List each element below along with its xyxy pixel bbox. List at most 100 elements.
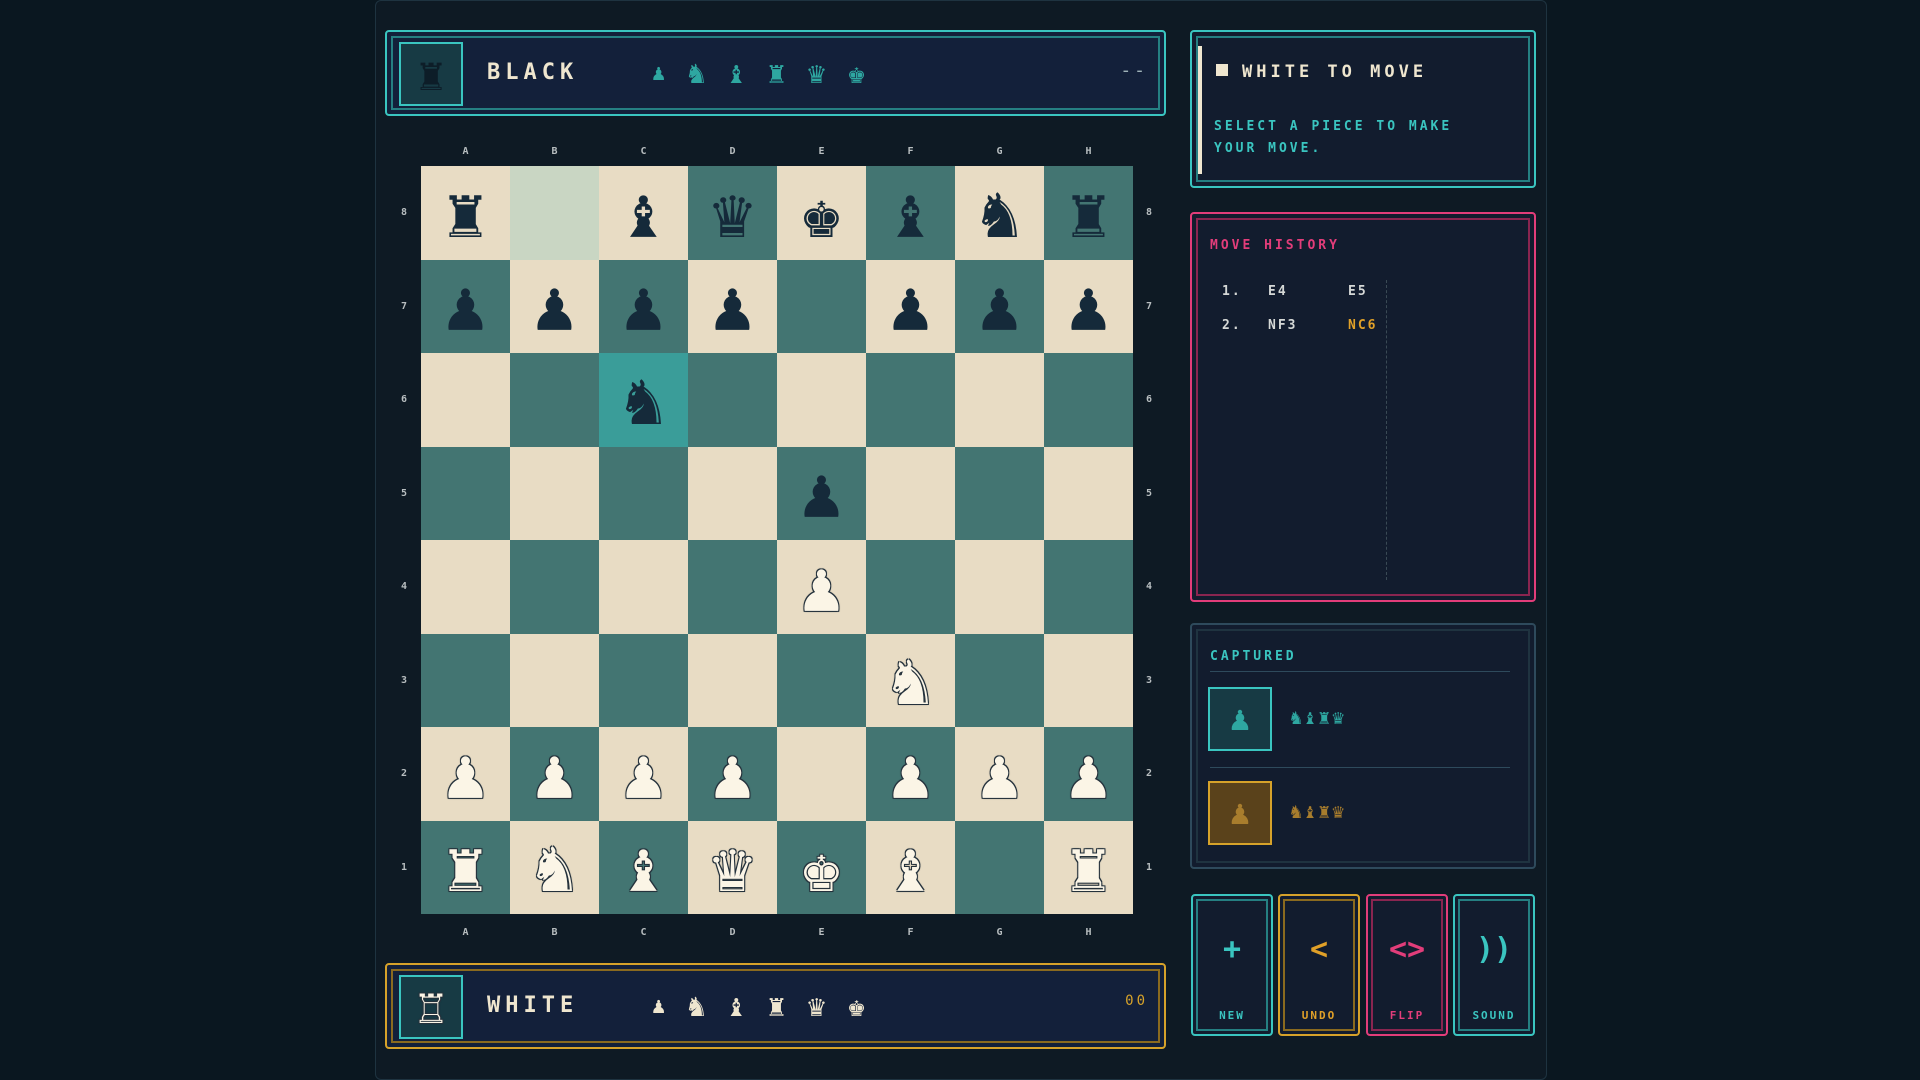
square-g8[interactable]: ♞ xyxy=(955,166,1044,260)
square-f1[interactable]: ♝ xyxy=(866,820,955,914)
square-d6[interactable] xyxy=(688,353,777,447)
square-a7[interactable]: ♟ xyxy=(421,259,510,353)
black-pawn-piece[interactable]: ♟ xyxy=(533,271,575,341)
square-b1[interactable]: ♞ xyxy=(510,820,599,914)
square-e7[interactable] xyxy=(777,259,866,353)
square-c8[interactable]: ♝ xyxy=(599,166,688,260)
square-a1[interactable]: ♜ xyxy=(421,820,510,914)
square-e2[interactable] xyxy=(777,727,866,821)
square-h6[interactable] xyxy=(1044,353,1133,447)
square-g1[interactable] xyxy=(955,820,1044,914)
square-h8[interactable]: ♜ xyxy=(1044,166,1133,260)
black-queen-piece[interactable]: ♛ xyxy=(711,178,753,248)
white-pawn-piece[interactable]: ♟ xyxy=(978,739,1020,809)
square-g4[interactable] xyxy=(955,540,1044,634)
square-h4[interactable] xyxy=(1044,540,1133,634)
square-a2[interactable]: ♟ xyxy=(421,727,510,821)
square-h2[interactable]: ♟ xyxy=(1044,727,1133,821)
square-b2[interactable]: ♟ xyxy=(510,727,599,821)
square-c6[interactable]: ♞ xyxy=(599,353,688,447)
black-rook-piece[interactable]: ♜ xyxy=(444,178,486,248)
sound-toggle-button[interactable]: )) SOUND xyxy=(1453,894,1535,1036)
square-e4[interactable]: ♟ xyxy=(777,540,866,634)
white-rook-piece[interactable]: ♜ xyxy=(444,832,486,902)
black-pawn-piece[interactable]: ♟ xyxy=(889,271,931,341)
square-e6[interactable] xyxy=(777,353,866,447)
white-knight-piece[interactable]: ♞ xyxy=(889,645,931,715)
square-c3[interactable] xyxy=(599,633,688,727)
square-h1[interactable]: ♜ xyxy=(1044,820,1133,914)
white-pawn-piece[interactable]: ♟ xyxy=(800,552,842,622)
square-c5[interactable] xyxy=(599,446,688,540)
square-h7[interactable]: ♟ xyxy=(1044,259,1133,353)
square-f8[interactable]: ♝ xyxy=(866,166,955,260)
undo-button[interactable]: < UNDO xyxy=(1278,894,1360,1036)
black-king-piece[interactable]: ♚ xyxy=(800,178,842,248)
white-queen-piece[interactable]: ♛ xyxy=(711,832,753,902)
square-h5[interactable] xyxy=(1044,446,1133,540)
square-c2[interactable]: ♟ xyxy=(599,727,688,821)
square-g3[interactable] xyxy=(955,633,1044,727)
square-h3[interactable] xyxy=(1044,633,1133,727)
square-e3[interactable] xyxy=(777,633,866,727)
square-f6[interactable] xyxy=(866,353,955,447)
square-d5[interactable] xyxy=(688,446,777,540)
white-king-piece[interactable]: ♚ xyxy=(800,832,842,902)
white-pawn-piece[interactable]: ♟ xyxy=(533,739,575,809)
square-c1[interactable]: ♝ xyxy=(599,820,688,914)
square-f7[interactable]: ♟ xyxy=(866,259,955,353)
black-bishop-piece[interactable]: ♝ xyxy=(889,178,931,248)
square-b5[interactable] xyxy=(510,446,599,540)
black-knight-piece[interactable]: ♞ xyxy=(622,365,664,435)
square-f2[interactable]: ♟ xyxy=(866,727,955,821)
square-b7[interactable]: ♟ xyxy=(510,259,599,353)
black-pawn-piece[interactable]: ♟ xyxy=(711,271,753,341)
square-b8[interactable] xyxy=(510,166,599,260)
white-pawn-piece[interactable]: ♟ xyxy=(711,739,753,809)
square-a3[interactable] xyxy=(421,633,510,727)
square-d3[interactable] xyxy=(688,633,777,727)
new-game-button[interactable]: + NEW xyxy=(1191,894,1273,1036)
square-b4[interactable] xyxy=(510,540,599,634)
square-b3[interactable] xyxy=(510,633,599,727)
black-pawn-piece[interactable]: ♟ xyxy=(978,271,1020,341)
square-d7[interactable]: ♟ xyxy=(688,259,777,353)
square-e5[interactable]: ♟ xyxy=(777,446,866,540)
white-pawn-piece[interactable]: ♟ xyxy=(444,739,486,809)
square-b6[interactable] xyxy=(510,353,599,447)
white-bishop-piece[interactable]: ♝ xyxy=(622,832,664,902)
white-rook-piece[interactable]: ♜ xyxy=(1067,832,1109,902)
square-c7[interactable]: ♟ xyxy=(599,259,688,353)
square-a5[interactable] xyxy=(421,446,510,540)
white-pawn-piece[interactable]: ♟ xyxy=(889,739,931,809)
black-pawn-piece[interactable]: ♟ xyxy=(1067,271,1109,341)
square-d2[interactable]: ♟ xyxy=(688,727,777,821)
square-c4[interactable] xyxy=(599,540,688,634)
white-bishop-piece[interactable]: ♝ xyxy=(889,832,931,902)
square-d1[interactable]: ♛ xyxy=(688,820,777,914)
square-d4[interactable] xyxy=(688,540,777,634)
black-rook-piece[interactable]: ♜ xyxy=(1067,178,1109,248)
black-knight-piece[interactable]: ♞ xyxy=(978,178,1020,248)
square-f4[interactable] xyxy=(866,540,955,634)
white-knight-piece[interactable]: ♞ xyxy=(533,832,575,902)
square-g2[interactable]: ♟ xyxy=(955,727,1044,821)
square-d8[interactable]: ♛ xyxy=(688,166,777,260)
square-f5[interactable] xyxy=(866,446,955,540)
square-a8[interactable]: ♜ xyxy=(421,166,510,260)
square-g5[interactable] xyxy=(955,446,1044,540)
square-e1[interactable]: ♚ xyxy=(777,820,866,914)
square-g7[interactable]: ♟ xyxy=(955,259,1044,353)
flip-board-button[interactable]: <> FLIP xyxy=(1366,894,1448,1036)
black-pawn-piece[interactable]: ♟ xyxy=(444,271,486,341)
square-f3[interactable]: ♞ xyxy=(866,633,955,727)
square-g6[interactable] xyxy=(955,353,1044,447)
white-pawn-piece[interactable]: ♟ xyxy=(622,739,664,809)
square-a6[interactable] xyxy=(421,353,510,447)
black-bishop-piece[interactable]: ♝ xyxy=(622,178,664,248)
black-pawn-piece[interactable]: ♟ xyxy=(622,271,664,341)
white-pawn-piece[interactable]: ♟ xyxy=(1067,739,1109,809)
square-a4[interactable] xyxy=(421,540,510,634)
square-e8[interactable]: ♚ xyxy=(777,166,866,260)
black-pawn-piece[interactable]: ♟ xyxy=(800,458,842,528)
